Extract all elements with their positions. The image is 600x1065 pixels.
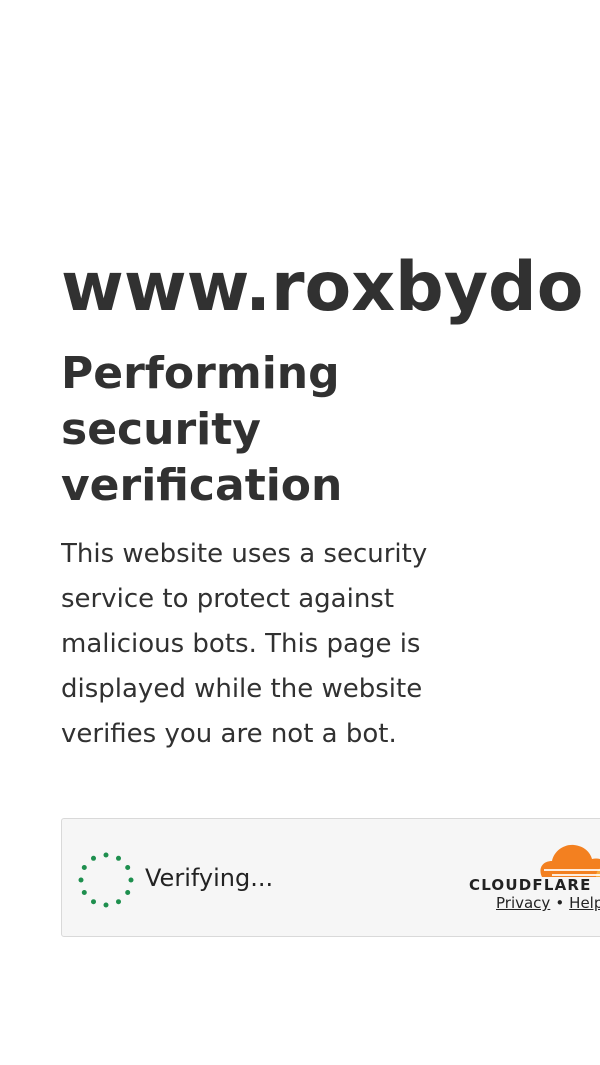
verifying-status-text: Verifying... [145, 864, 274, 892]
cloudflare-cloud-icon [540, 844, 600, 877]
cloudflare-wordmark: CLOUDFLARE [469, 876, 592, 891]
verification-heading: Performing security verification [61, 348, 343, 511]
verification-description: This website uses a security service to … [61, 539, 428, 749]
link-separator: • [555, 894, 565, 912]
privacy-link[interactable]: Privacy [496, 894, 550, 912]
loading-spinner-icon [78, 852, 134, 908]
turnstile-widget[interactable]: Verifying... CLOUDFLARE Privacy • Help [61, 818, 600, 937]
cloudflare-logo: CLOUDFLARE [469, 844, 600, 891]
help-link[interactable]: Help [569, 894, 600, 912]
challenge-page: www.roxbydo Performing security verifica… [61, 0, 600, 1065]
site-domain-title: www.roxbydo [61, 248, 584, 327]
cloudflare-links: Privacy • Help [496, 893, 600, 913]
